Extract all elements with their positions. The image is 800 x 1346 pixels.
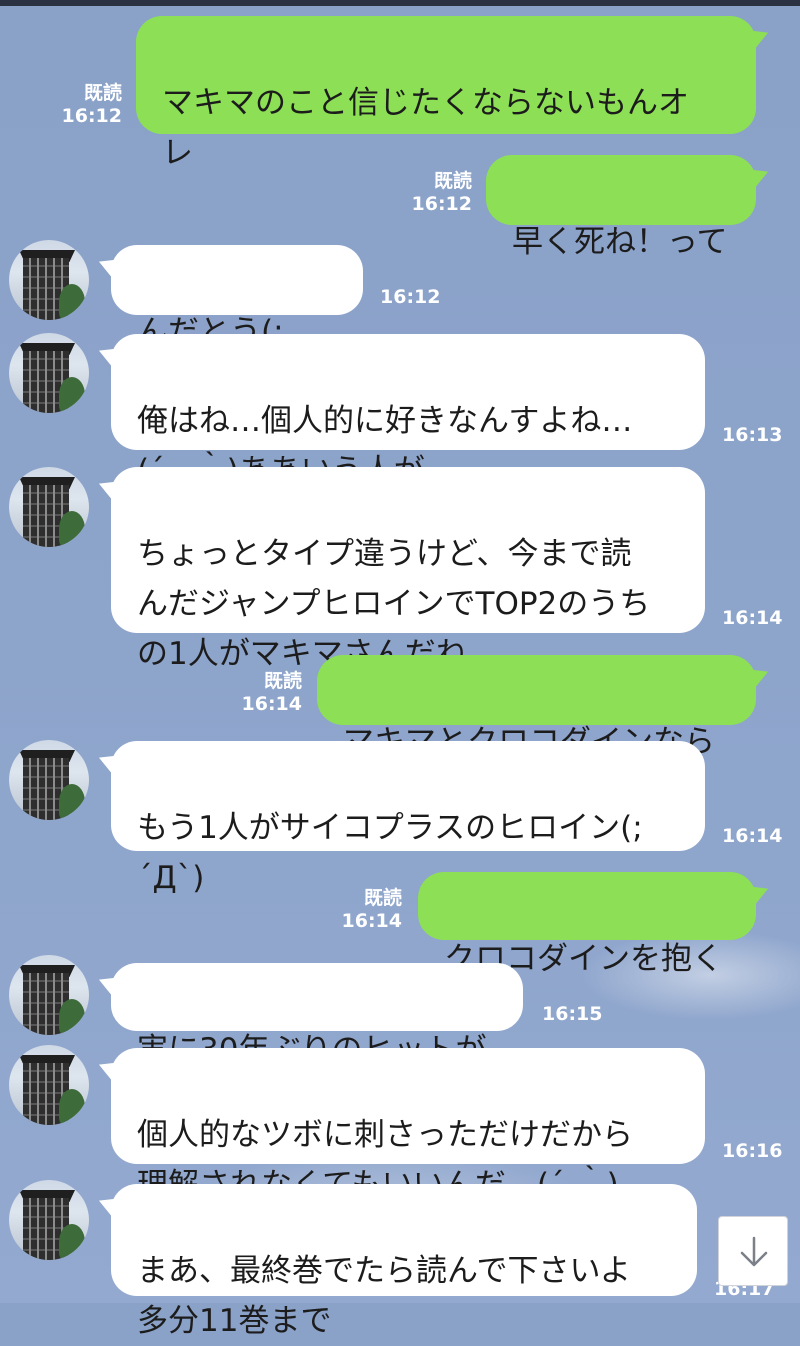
message-text: ちょっとタイプ違うけど、今まで読 んだジャンプヒロインでTOP2のうち の1人が… xyxy=(137,536,651,672)
message-bubble-incoming[interactable]: まあ、最終巻でたら読んで下さいよ 多分11巻まで xyxy=(111,1184,697,1339)
read-label: 既読 xyxy=(83,82,122,104)
message-bubble-outgoing[interactable]: クロコダインを抱く xyxy=(418,872,756,977)
contact-avatar[interactable] xyxy=(9,1045,89,1125)
message-time: 16:15 xyxy=(542,1003,603,1025)
message-bubble-incoming[interactable]: ちょっとタイプ違うけど、今まで読 んだジャンプヒロインでTOP2のうち の1人が… xyxy=(111,467,705,672)
arrow-down-icon xyxy=(740,1236,768,1267)
message-bubble-outgoing[interactable]: 早く死ね！って xyxy=(486,155,756,260)
message-time: 16:14 xyxy=(241,693,302,715)
message-time: 16:13 xyxy=(722,424,783,446)
read-receipt-meta: 既読 16:14 xyxy=(330,887,402,933)
contact-avatar[interactable] xyxy=(9,955,89,1035)
contact-avatar[interactable] xyxy=(9,240,89,320)
message-time: 16:16 xyxy=(722,1140,783,1162)
message-bubble-outgoing[interactable]: マキマとクロコダインなら xyxy=(317,655,756,760)
message-bubble-outgoing[interactable]: マキマのこと信じたくならないもんオ レ xyxy=(136,16,756,171)
status-bar-edge xyxy=(0,0,800,6)
message-time: 16:12 xyxy=(380,286,441,308)
message-bubble-incoming[interactable]: んだとう(;´Д`) xyxy=(111,245,363,400)
contact-avatar[interactable] xyxy=(9,1180,89,1260)
read-label: 既読 xyxy=(433,170,472,192)
message-time: 16:12 xyxy=(411,193,472,215)
message-text: 早く死ね！って xyxy=(512,224,728,260)
contact-avatar[interactable] xyxy=(9,467,89,547)
contact-avatar[interactable] xyxy=(9,333,89,413)
read-receipt-meta: 既読 16:14 xyxy=(230,670,302,716)
message-time: 16:14 xyxy=(722,607,783,629)
read-receipt-meta: 既読 16:12 xyxy=(400,170,472,216)
message-bubble-incoming[interactable]: もう1人がサイコプラスのヒロイン(; ´Д`) xyxy=(111,741,705,896)
read-label: 既読 xyxy=(263,670,302,692)
message-bubble-incoming[interactable]: 個人的なツボに刺さっただけだから 理解されなくてもいいんだ…(´-｀) xyxy=(111,1048,705,1203)
message-text: まあ、最終巻でたら読んで下さいよ 多分11巻まで xyxy=(137,1253,631,1339)
message-bubble-incoming[interactable]: 俺はね…個人的に好きなんすよね… (´ー｀)ああいう人が xyxy=(111,334,705,489)
message-bubble-incoming[interactable]: 実に30年ぶりのヒットが xyxy=(111,963,523,1068)
message-time: 16:14 xyxy=(722,825,783,847)
read-label: 既読 xyxy=(363,887,402,909)
message-time: 16:12 xyxy=(61,105,122,127)
message-time: 16:14 xyxy=(341,910,402,932)
contact-avatar[interactable] xyxy=(9,740,89,820)
scroll-to-bottom-button[interactable] xyxy=(718,1216,788,1286)
read-receipt-meta: 既読 16:12 xyxy=(50,82,122,128)
